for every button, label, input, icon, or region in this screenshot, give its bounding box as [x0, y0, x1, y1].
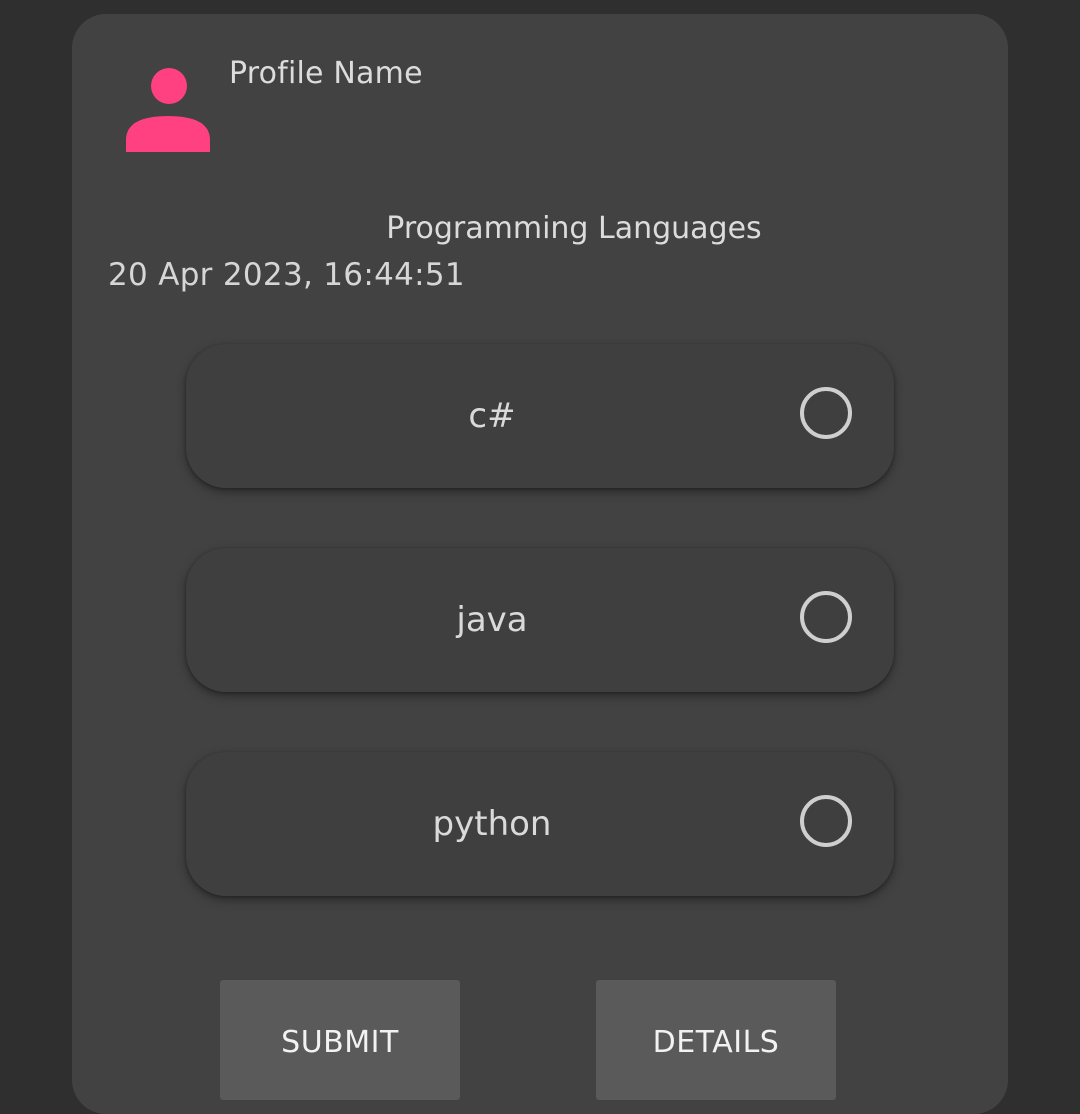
option-python[interactable]: python — [186, 752, 894, 896]
poll-timestamp: 20 Apr 2023, 16:44:51 — [108, 257, 465, 293]
option-label: python — [432, 804, 552, 844]
option-csharp[interactable]: c# — [186, 344, 894, 488]
option-label: c# — [468, 396, 516, 436]
person-icon — [126, 68, 210, 152]
submit-button[interactable]: SUBMIT — [220, 980, 460, 1100]
poll-title: Programming Languages — [386, 211, 762, 246]
radio-button[interactable] — [800, 795, 852, 847]
option-java[interactable]: java — [186, 548, 894, 692]
radio-button[interactable] — [800, 591, 852, 643]
profile-name: Profile Name — [229, 56, 423, 91]
radio-button[interactable] — [800, 387, 852, 439]
option-label: java — [456, 600, 528, 640]
details-button[interactable]: DETAILS — [596, 980, 836, 1100]
poll-card: Profile Name Programming Languages 20 Ap… — [72, 14, 1008, 1114]
